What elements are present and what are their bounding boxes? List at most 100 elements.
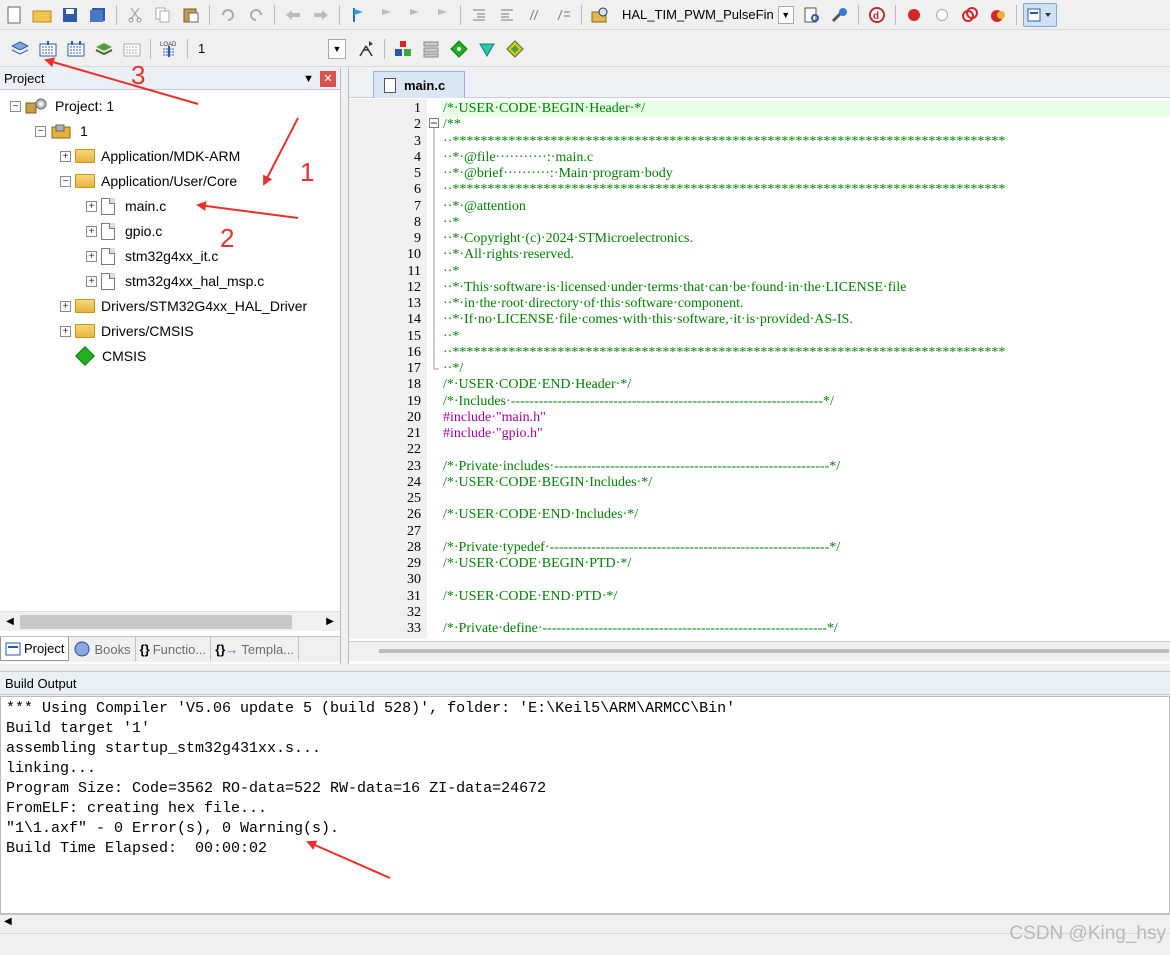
scroll-right-icon[interactable]: ▶ [322,614,338,630]
tree-group-user-core[interactable]: − Application/User/Core [60,170,237,192]
clear-bookmarks-icon[interactable] [430,3,454,27]
collapse-icon[interactable]: − [60,175,71,187]
build-output-scrollbar[interactable]: ◀ [0,914,1170,932]
code-line: /*·Private·includes·--------------------… [443,458,841,474]
project-icon [25,98,47,114]
file-extensions-icon[interactable] [419,37,443,61]
expand-icon[interactable]: + [60,300,71,312]
batch-build-icon[interactable] [92,37,116,61]
pin-icon[interactable]: ▼ [303,73,314,85]
line-number: 14 [407,312,421,328]
tree-item-target[interactable]: − 1 [35,120,88,142]
prev-bookmark-icon[interactable] [374,3,398,27]
chevron-down-icon[interactable]: ▼ [328,38,346,59]
close-icon[interactable]: ✕ [320,70,336,87]
redo-icon[interactable] [244,3,268,27]
braces-icon: {} [139,641,150,657]
new-file-icon[interactable] [2,3,26,27]
expand-icon[interactable]: + [60,325,71,337]
line-number: 21 [407,426,421,441]
run-time-environment-icon[interactable] [503,37,527,61]
uncomment-icon[interactable] [551,3,575,27]
breakpoint-icon[interactable] [902,3,926,27]
tree-item-label: Application/User/Core [101,173,238,189]
expand-icon[interactable]: + [86,200,97,212]
target-select-value: 1 [198,41,206,56]
tree-file-hal-msp-c[interactable]: + stm32g4xx_hal_msp.c [86,270,264,292]
select-software-packs-icon[interactable] [475,37,499,61]
code-line: /*·USER·CODE·END·Header·*/ [443,377,632,393]
window-layout-icon[interactable] [1022,2,1057,27]
paste-icon[interactable] [179,3,203,27]
tree-item-project-root[interactable]: − Project: 1 [10,95,114,117]
copy-icon[interactable] [151,3,175,27]
disable-breakpoint-icon[interactable] [930,3,954,27]
expand-icon[interactable]: + [86,225,97,237]
chevron-down-icon[interactable]: ▼ [777,5,794,24]
nav-back-icon[interactable] [281,3,305,27]
collapse-icon[interactable]: − [10,100,21,112]
code-text-area[interactable]: /*·USER·CODE·BEGIN·Header·*//** ··*******… [441,99,1170,639]
expand-icon[interactable]: + [60,150,71,162]
line-number: 23 [407,458,421,474]
scroll-left-icon[interactable]: ◀ [2,614,18,630]
tab-label: Project [24,641,65,656]
manage-components-icon[interactable] [391,37,415,61]
tree-group-mdk-arm[interactable]: + Application/MDK-ARM [60,145,240,167]
save-all-icon[interactable] [86,3,110,27]
target-select[interactable]: 1 ▼ [192,38,352,59]
find-icon[interactable] [800,3,824,27]
disable-all-breakpoints-icon[interactable] [958,3,982,27]
rebuild-icon[interactable] [64,37,88,61]
tab-project[interactable]: Project [0,637,70,661]
tab-functions[interactable]: {} Functio... [136,637,212,661]
tree-item-label: Drivers/STM32G4xx_HAL_Driver [101,298,308,314]
line-number: 25 [407,491,421,506]
find-in-files-icon[interactable] [588,3,612,27]
expand-icon[interactable]: + [86,275,97,287]
stop-build-icon[interactable] [120,37,144,61]
target-options-icon[interactable] [354,37,378,61]
next-bookmark-icon[interactable] [402,3,426,27]
tree-file-gpio-c[interactable]: + gpio.c [86,220,162,242]
open-folder-icon[interactable] [30,3,54,27]
undo-icon[interactable] [216,3,240,27]
tree-item-label: Project: 1 [55,98,115,114]
tab-main-c[interactable]: main.c [373,71,465,98]
editor-horizontal-scrollbar[interactable] [349,641,1170,661]
tree-file-main-c[interactable]: + main.c [86,195,166,217]
pack-installer-icon[interactable] [447,37,471,61]
download-icon[interactable]: LOAD [157,37,181,61]
scroll-thumb[interactable] [379,649,1169,653]
tree-file-it-c[interactable]: + stm32g4xx_it.c [86,245,218,267]
project-horizontal-scrollbar[interactable]: ◀ ▶ [0,611,340,631]
build-output-pane[interactable]: *** Using Compiler 'V5.06 update 5 (buil… [0,696,1170,914]
cut-icon[interactable] [123,3,147,27]
indent-icon[interactable] [467,3,491,27]
build-icon[interactable] [36,37,60,61]
code-line: #include·"main.h" [443,409,546,425]
tree-item-cmsis-component[interactable]: CMSIS [75,345,146,367]
translate-icon[interactable] [8,37,32,61]
save-icon[interactable] [58,3,82,27]
unindent-icon[interactable] [495,3,519,27]
comment-icon[interactable] [523,3,547,27]
code-line: ··*·in·the·root·directory·of·this·softwa… [443,296,744,311]
tree-group-drivers-cmsis[interactable]: + Drivers/CMSIS [60,320,194,342]
debug-session-icon[interactable]: d [865,3,889,27]
code-line: /** [443,117,461,133]
collapse-icon[interactable]: − [35,125,46,137]
scroll-thumb[interactable] [20,615,292,629]
file-icon [384,77,396,93]
tree-group-hal-driver[interactable]: + Drivers/STM32G4xx_HAL_Driver [60,295,307,317]
tab-books[interactable]: Books [69,637,136,661]
bookmark-icon[interactable] [346,3,370,27]
find-combo[interactable]: HAL_TIM_PWM_PulseFin ▼ [618,5,794,24]
build-output-title: Build Output [5,675,77,691]
scroll-left-icon[interactable]: ◀ [4,916,12,927]
tab-templates[interactable]: {}→ Templa... [211,637,300,661]
kill-all-breakpoints-icon[interactable] [986,3,1010,27]
incremental-find-icon[interactable] [828,3,852,27]
nav-forward-icon[interactable] [309,3,333,27]
expand-icon[interactable]: + [86,250,97,262]
